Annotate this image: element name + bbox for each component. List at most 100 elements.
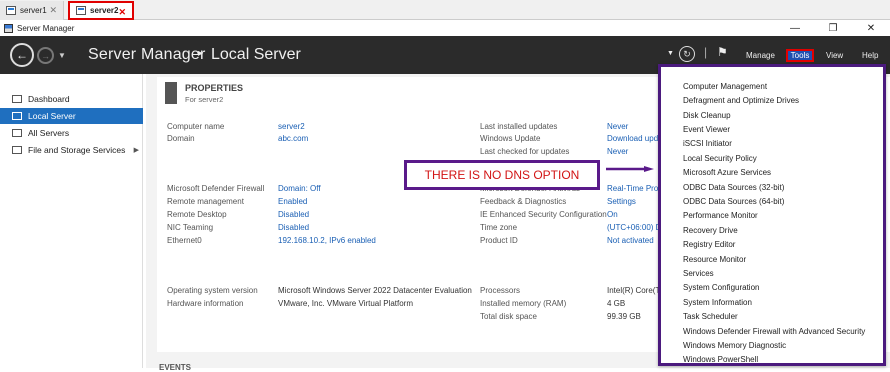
menu-item[interactable]: Windows Memory Diagnostic [683,341,786,350]
firewall-link[interactable]: Domain: Off [278,184,321,193]
prop-key: NIC Teaming [167,223,214,232]
tools-menu[interactable]: Tools [786,49,814,62]
forward-button[interactable]: → [37,47,54,64]
servers-icon [12,129,22,137]
browser-tab-strip: server1 ✕ server2 ✕ [0,0,890,20]
menu-item[interactable]: Performance Monitor [683,211,758,220]
prop-value: VMware, Inc. VMware Virtual Platform [278,299,414,308]
help-menu[interactable]: Help [862,51,878,60]
sidebar-item-dashboard[interactable]: Dashboard [0,91,143,107]
chevron-right-icon[interactable]: ▶ [134,146,139,154]
prop-key: Total disk space [480,312,537,321]
prop-value: 99.39 GB [607,312,641,321]
restore-button[interactable]: ❐ [814,20,852,36]
menu-item[interactable]: Microsoft Azure Services [683,168,771,177]
prop-key: IE Enhanced Security Configuration [480,210,607,219]
annotation-callout: THERE IS NO DNS OPTION [404,160,600,190]
tab-label: server2 [90,6,119,15]
prop-key: Hardware information [167,299,244,308]
prop-value: 4 GB [607,299,626,308]
sidebar-item-file-storage[interactable]: File and Storage Services ▶ [0,142,143,158]
sidebar-item-local-server[interactable]: Local Server [0,108,143,124]
menu-item[interactable]: System Information [683,298,752,307]
prop-key: Processors [480,286,521,295]
sidebar: Dashboard Local Server All Servers File … [0,74,143,368]
prop-key: Microsoft Defender Firewall [167,184,265,193]
manage-menu[interactable]: Manage [746,51,775,60]
prop-key: Ethernet0 [167,236,202,245]
menu-item[interactable]: Disk Cleanup [683,111,731,120]
sidebar-item-label: File and Storage Services [28,145,126,155]
menu-item[interactable]: Windows Defender Firewall with Advanced … [683,327,865,336]
chevron-down-icon[interactable]: ▼ [58,51,66,60]
prop-key: Installed memory (RAM) [480,299,567,308]
divider: | [704,45,708,59]
sidebar-item-label: All Servers [28,128,70,138]
tab-server2[interactable]: server2 ✕ [68,1,134,20]
close-icon[interactable]: ✕ [49,5,57,16]
last-updates-link[interactable]: Never [607,122,628,131]
domain-link[interactable]: abc.com [278,134,308,143]
menu-item[interactable]: Resource Monitor [683,255,746,264]
prop-key: Remote management [167,197,244,206]
breadcrumb-separator: ▸ [198,48,204,59]
prop-key: Domain [167,134,195,143]
menu-item[interactable]: ODBC Data Sources (64-bit) [683,197,784,206]
close-window-button[interactable]: ✕ [852,20,890,36]
prop-key: Remote Desktop [167,210,227,219]
sidebar-item-all-servers[interactable]: All Servers [0,125,143,141]
remote-desktop-link[interactable]: Disabled [278,210,309,219]
arrow-right-icon: → [41,50,50,61]
minimize-button[interactable]: — [776,20,814,36]
tools-dropdown-menu: Computer Management Defragment and Optim… [658,64,886,366]
menu-item[interactable]: Event Viewer [683,125,730,134]
prop-key: Feedback & Diagnostics [480,197,567,206]
window-icon [6,6,16,15]
prop-key: Product ID [480,236,518,245]
menu-item[interactable]: Computer Management [683,82,767,91]
menu-item[interactable]: Task Scheduler [683,312,738,321]
chevron-down-icon[interactable]: ▼ [667,50,674,57]
menu-item[interactable]: ODBC Data Sources (32-bit) [683,183,784,192]
refresh-icon[interactable]: ↻ [679,46,695,62]
app-title: Server Manager [88,46,206,63]
arrow-left-icon: ← [16,48,28,62]
tab-server1[interactable]: server1 ✕ [0,1,64,20]
prop-key: Last checked for updates [480,147,570,156]
menu-item[interactable]: iSCSI Initiator [683,139,732,148]
notifications-flag-icon[interactable]: ⚑ [717,45,728,59]
window-icon [76,6,86,15]
server-icon [12,112,22,120]
nic-teaming-link[interactable]: Disabled [278,223,309,232]
windows-update-link[interactable]: Download upd [607,134,658,143]
menu-item[interactable]: Defragment and Optimize Drives [683,96,799,105]
ie-esc-link[interactable]: On [607,210,618,219]
annotation-arrow-icon [606,166,654,172]
menu-item[interactable]: Local Security Policy [683,154,757,163]
ethernet-link[interactable]: 192.168.10.2, IPv6 enabled [278,236,376,245]
menu-item[interactable]: System Configuration [683,283,759,292]
feedback-link[interactable]: Settings [607,197,636,206]
time-zone-link[interactable]: (UTC+06:00) D [607,223,661,232]
tab-label: server1 [20,6,47,15]
properties-title: PROPERTIES [185,83,244,93]
menu-item[interactable]: Recovery Drive [683,226,738,235]
last-checked-link[interactable]: Never [607,147,628,156]
sidebar-item-label: Dashboard [28,94,70,104]
back-button[interactable]: ← [10,43,34,67]
window-title-bar: Server Manager — ❐ ✕ [0,20,890,36]
computer-name-link[interactable]: server2 [278,122,305,131]
close-icon[interactable]: ✕ [118,7,126,18]
annotation-text: THERE IS NO DNS OPTION [424,168,580,182]
antivirus-link[interactable]: Real-Time Prot [607,184,661,193]
menu-item[interactable]: Registry Editor [683,240,735,249]
menu-item[interactable]: Services [683,269,714,278]
sidebar-item-label: Local Server [28,111,76,121]
prop-key: Windows Update [480,134,541,143]
menu-item[interactable]: Windows PowerShell [683,355,758,364]
product-id-link[interactable]: Not activated [607,236,654,245]
view-menu[interactable]: View [826,51,843,60]
prop-key: Time zone [480,223,518,232]
remote-management-link[interactable]: Enabled [278,197,307,206]
prop-key: Computer name [167,122,225,131]
